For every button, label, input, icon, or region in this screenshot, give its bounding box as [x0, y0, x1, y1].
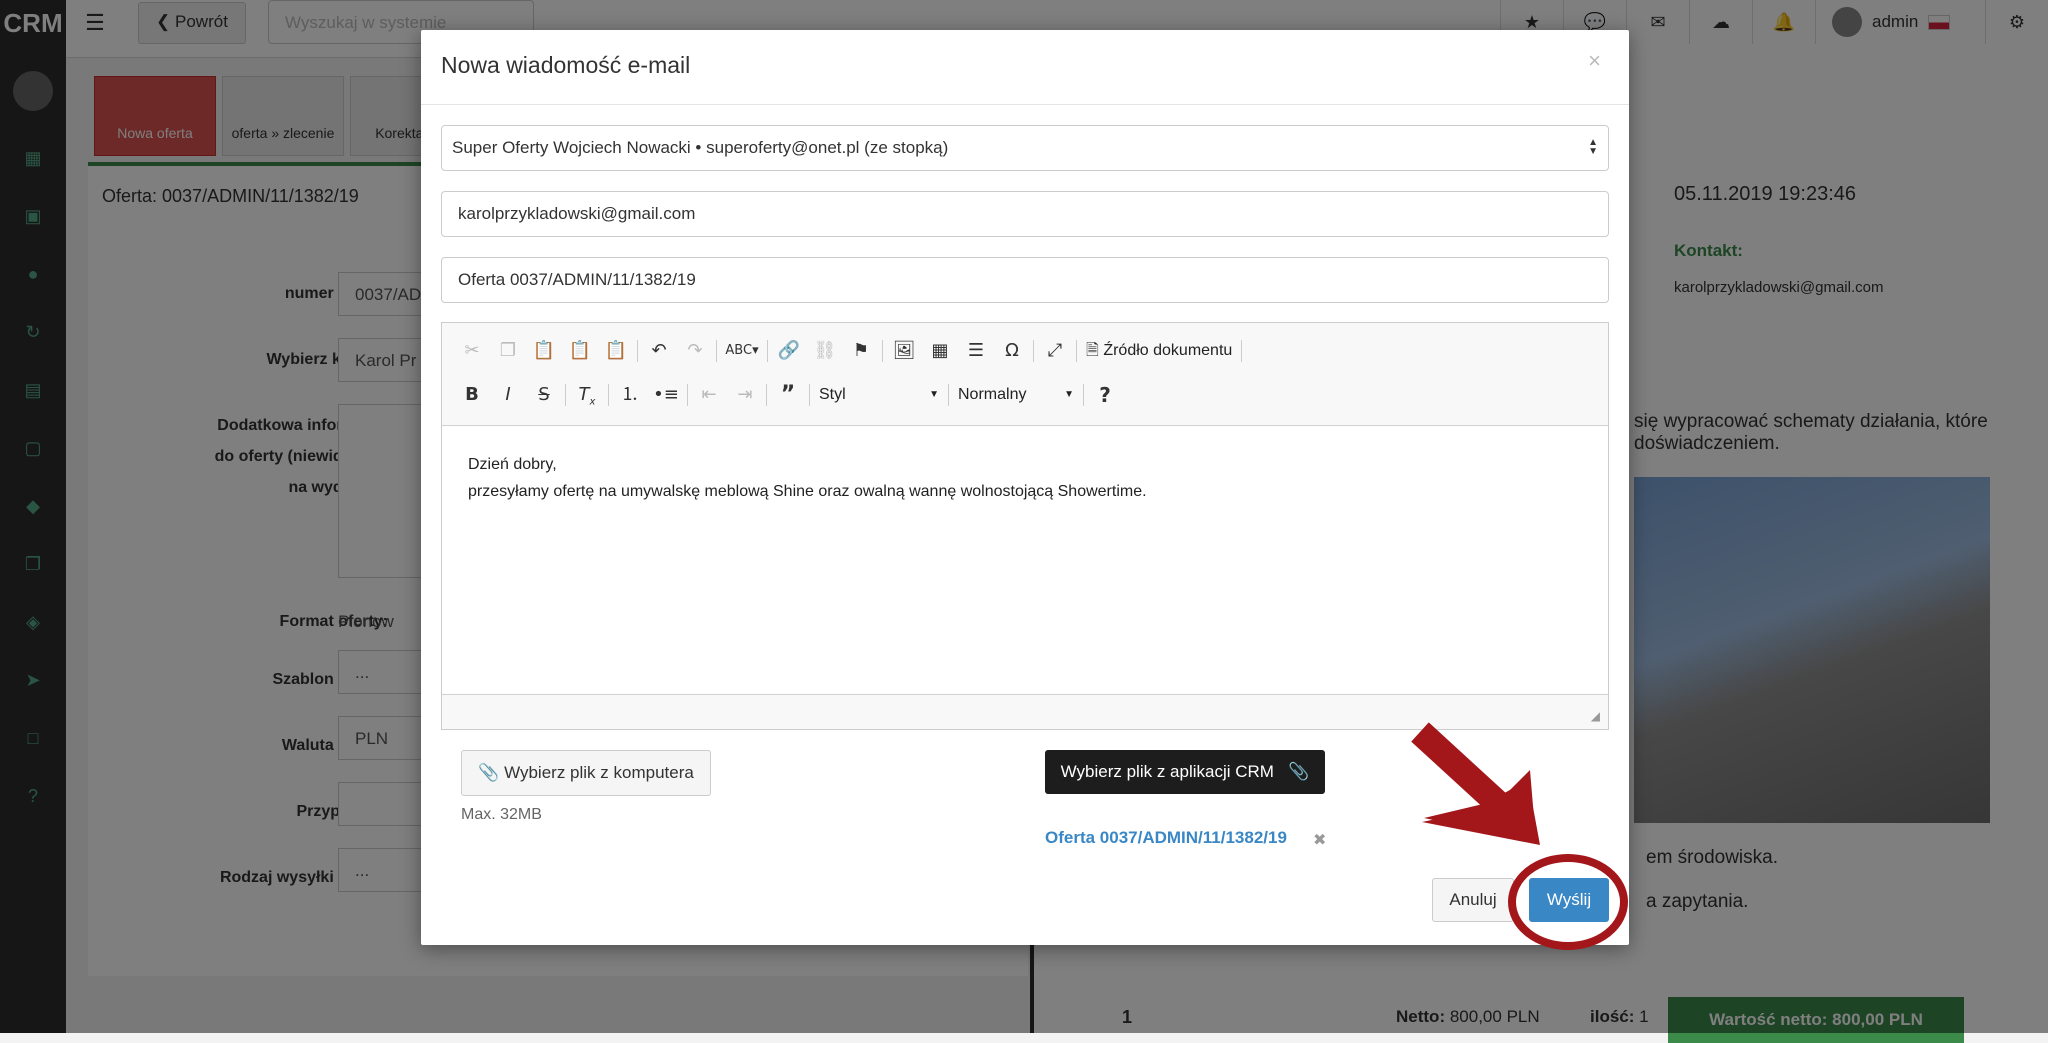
separator: [809, 384, 810, 406]
cut-icon[interactable]: ✂: [454, 335, 490, 367]
choose-file-computer-button[interactable]: 📎 Wybierz plik z komputera: [461, 750, 711, 796]
close-icon[interactable]: ×: [1588, 48, 1601, 74]
redo-icon[interactable]: ↷: [677, 335, 713, 367]
separator: [767, 340, 768, 362]
paperclip-icon: 📎: [1278, 762, 1310, 781]
numbered-list-icon[interactable]: ⒈: [612, 379, 648, 411]
separator: [948, 384, 949, 406]
horizontal-line-icon[interactable]: ☰: [958, 335, 994, 367]
strikethrough-icon[interactable]: S: [526, 379, 562, 411]
chevron-down-icon: ▼: [929, 389, 939, 400]
max-size-note: Max. 32MB: [461, 806, 542, 823]
maximize-icon[interactable]: ⤢: [1037, 335, 1073, 367]
paste-text-icon[interactable]: 📋: [562, 335, 598, 367]
style-combo[interactable]: Styl ▼: [813, 379, 945, 411]
source-label: Źródło dokumentu: [1103, 342, 1233, 359]
subject-input[interactable]: Oferta 0037/ADMIN/11/1382/19: [441, 257, 1609, 303]
separator: [1083, 384, 1084, 406]
separator: [1076, 340, 1077, 362]
separator: [565, 384, 566, 406]
spellcheck-icon[interactable]: ABC▾: [720, 335, 764, 367]
anchor-flag-icon[interactable]: ⚑: [843, 335, 879, 367]
send-button[interactable]: Wyślij: [1529, 878, 1609, 922]
special-char-icon[interactable]: Ω: [994, 335, 1030, 367]
remove-attachment-icon[interactable]: ✖: [1313, 830, 1326, 850]
image-icon[interactable]: 🖼: [886, 335, 922, 367]
separator: [637, 340, 638, 362]
editor-footer: ◢: [442, 694, 1608, 729]
editor-toolbar: ✂ ❐ 📋 📋 📋 ↶ ↷ ABC▾ 🔗 ⛓ ⚑ 🖼 ▦ ☰ Ω ⤢ 🗎 Źró…: [442, 323, 1608, 426]
style-label: Styl: [819, 386, 846, 403]
outdent-icon[interactable]: ⇤: [691, 379, 727, 411]
cancel-button[interactable]: Anuluj: [1432, 878, 1514, 922]
recipient-input[interactable]: karolprzykladowski@gmail.com: [441, 191, 1609, 237]
rich-text-editor: ✂ ❐ 📋 📋 📋 ↶ ↷ ABC▾ 🔗 ⛓ ⚑ 🖼 ▦ ☰ Ω ⤢ 🗎 Źró…: [441, 322, 1609, 730]
paste-icon[interactable]: 📋: [526, 335, 562, 367]
editor-toolbar-row-1: ✂ ❐ 📋 📋 📋 ↶ ↷ ABC▾ 🔗 ⛓ ⚑ 🖼 ▦ ☰ Ω ⤢ 🗎 Źró…: [454, 335, 1245, 367]
chevron-down-icon: ▼: [1064, 389, 1074, 400]
sender-value: Super Oferty Wojciech Nowacki • superofe…: [452, 138, 949, 157]
italic-icon[interactable]: I: [490, 379, 526, 411]
editor-toolbar-row-2: B I S Tx ⒈ •≡ ⇤ ⇥ ” Styl ▼ Normalny ▼ ?: [454, 379, 1123, 411]
unlink-icon[interactable]: ⛓: [807, 335, 843, 367]
paste-word-icon[interactable]: 📋: [598, 335, 634, 367]
source-button[interactable]: 🗎 Źródło dokumentu: [1080, 335, 1238, 367]
email-body-line: przesyłamy ofertę na umywalskę meblową S…: [468, 483, 1147, 500]
remove-format-icon[interactable]: Tx: [569, 379, 605, 411]
separator: [882, 340, 883, 362]
undo-icon[interactable]: ↶: [641, 335, 677, 367]
blockquote-icon[interactable]: ”: [770, 379, 806, 411]
sender-select[interactable]: Super Oferty Wojciech Nowacki • superofe…: [441, 125, 1609, 171]
choose-file-crm-button[interactable]: Wybierz plik z aplikacji CRM 📎: [1045, 750, 1325, 794]
separator: [1033, 340, 1034, 362]
select-arrows-icon: ▲ ▼: [1588, 137, 1598, 157]
separator: [608, 384, 609, 406]
separator: [716, 340, 717, 362]
format-label: Normalny: [958, 386, 1027, 403]
resize-handle-icon[interactable]: ◢: [1591, 709, 1600, 723]
separator: [766, 384, 767, 406]
separator: [1241, 340, 1243, 362]
format-combo[interactable]: Normalny ▼: [952, 379, 1080, 411]
link-icon[interactable]: 🔗: [771, 335, 807, 367]
copy-icon[interactable]: ❐: [490, 335, 526, 367]
help-icon[interactable]: ?: [1087, 379, 1123, 411]
source-icon: 🗎: [1086, 342, 1099, 359]
separator: [687, 384, 688, 406]
paperclip-icon: 📎: [478, 763, 500, 782]
email-body-line: Dzień dobry,: [468, 456, 557, 473]
modal-header: Nowa wiadomość e-mail ×: [421, 30, 1629, 105]
editor-content[interactable]: Dzień dobry, przesyłamy ofertę na umywal…: [468, 451, 1147, 505]
bulleted-list-icon[interactable]: •≡: [648, 379, 684, 411]
attachment-link[interactable]: Oferta 0037/ADMIN/11/1382/19: [1045, 828, 1287, 848]
button-label: Wybierz plik z aplikacji CRM: [1060, 762, 1274, 781]
indent-icon[interactable]: ⇥: [727, 379, 763, 411]
table-icon[interactable]: ▦: [922, 335, 958, 367]
button-label: Wybierz plik z komputera: [504, 763, 694, 782]
new-email-modal: Nowa wiadomość e-mail × Super Oferty Woj…: [421, 30, 1629, 945]
modal-title: Nowa wiadomość e-mail: [441, 52, 691, 78]
bold-icon[interactable]: B: [454, 379, 490, 411]
